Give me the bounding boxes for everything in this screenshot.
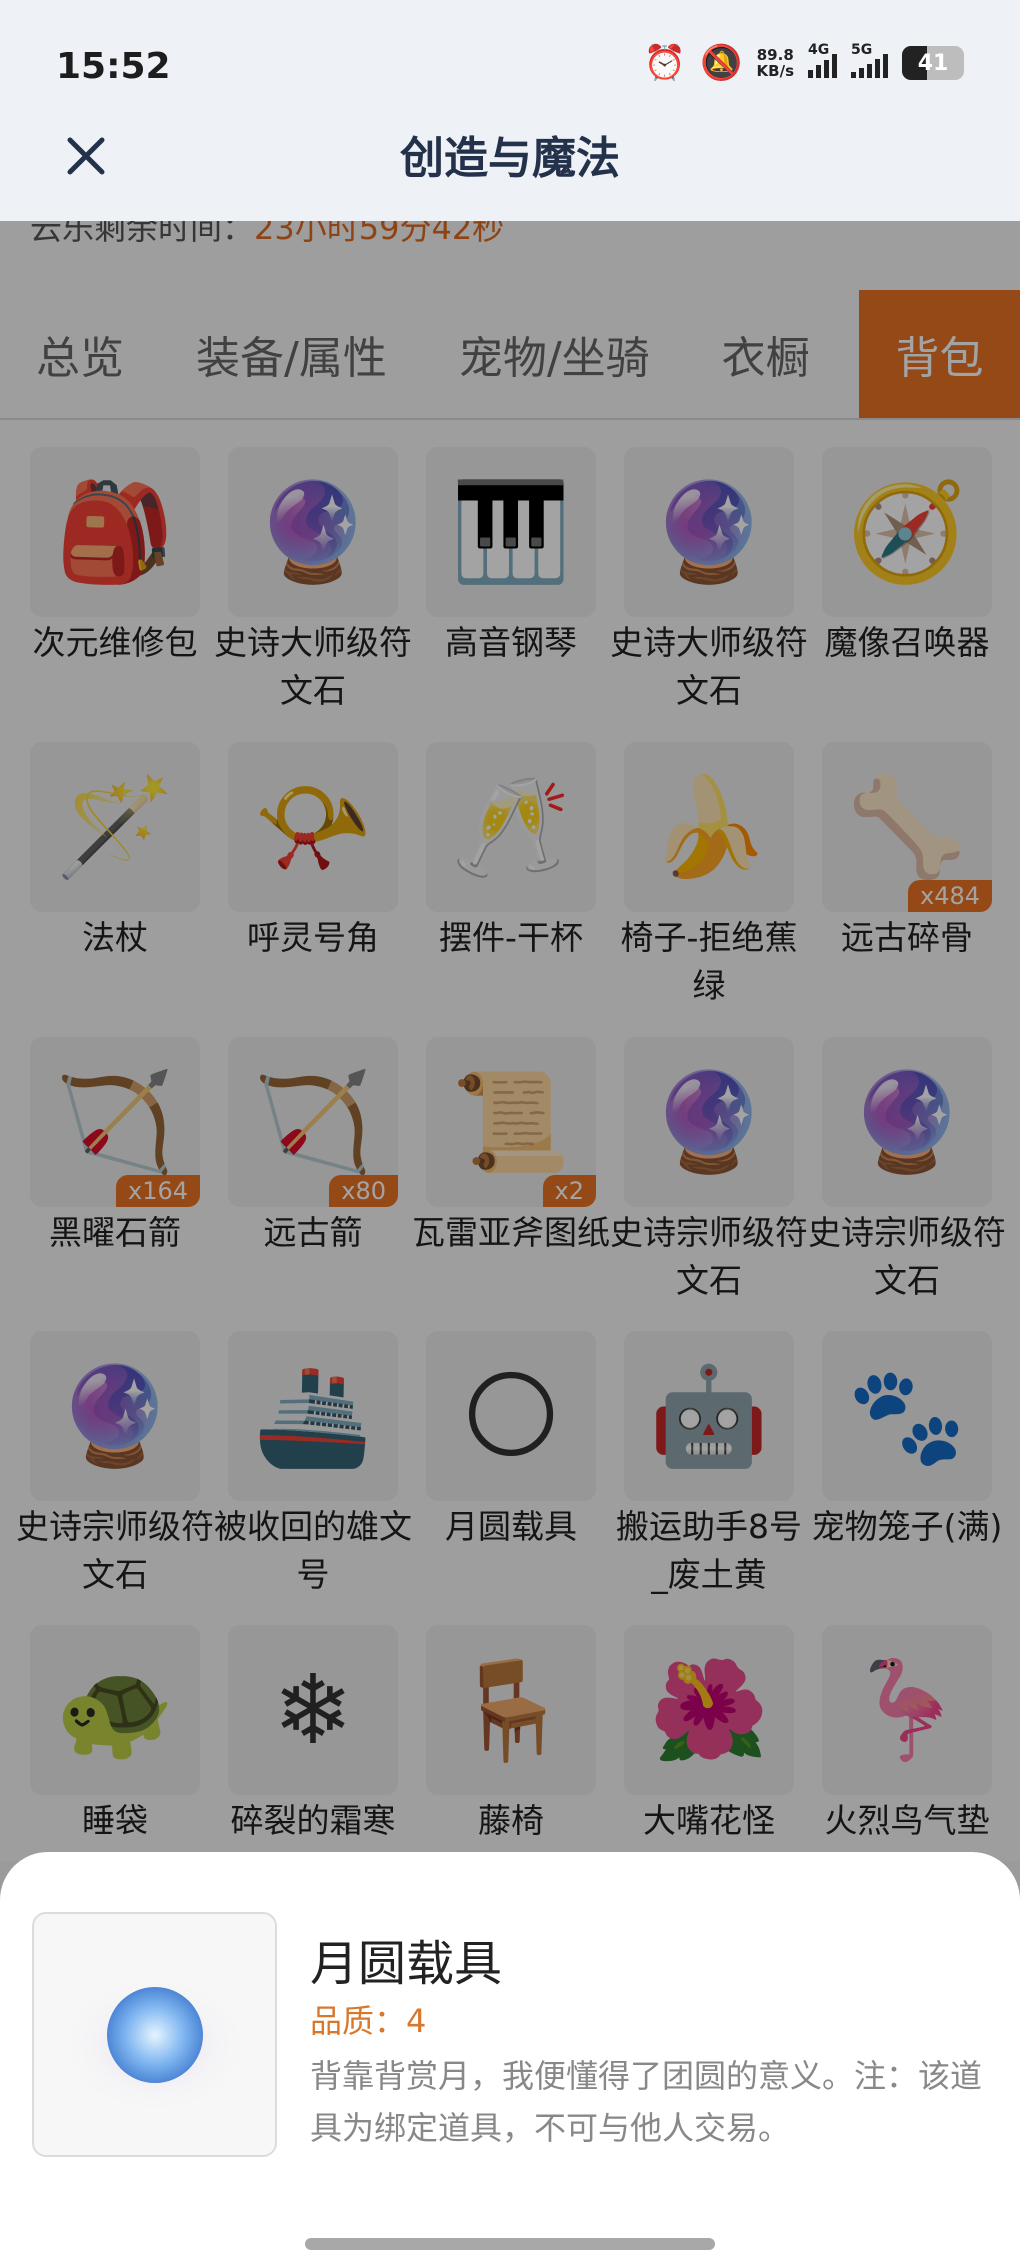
status-bar: 15:52 ⏰ 🔕 89.8 KB/s 4G 5G 41 [0, 0, 1020, 110]
page-title: 创造与魔法 [400, 133, 620, 184]
signal-5g-icon: 5G [851, 42, 888, 78]
network-speed: 89.8 KB/s [756, 46, 794, 80]
full-moon-vehicle-icon [59, 1974, 250, 2115]
home-indicator[interactable] [305, 2238, 715, 2250]
battery-icon: 41 [902, 46, 964, 80]
detail-item-name: 月圆载具 [310, 1936, 503, 1992]
alarm-icon: ⏰ [643, 43, 687, 83]
item-detail-sheet: 月圆载具 品质：4 背靠背赏月，我便懂得了团圆的意义。注：该道具为绑定道具，不可… [0, 1852, 1020, 2267]
detail-description: 背靠背赏月，我便懂得了团圆的意义。注：该道具为绑定道具，不可与他人交易。 [310, 2057, 983, 2147]
status-time: 15:52 [56, 46, 171, 87]
detail-quality: 品质：4 [310, 2002, 427, 2040]
app-header: 创造与魔法 [0, 110, 1020, 221]
detail-thumbnail [32, 1912, 277, 2157]
mute-icon: 🔕 [700, 43, 743, 83]
signal-4g-icon: 4G [808, 42, 837, 78]
status-icons: ⏰ 🔕 89.8 KB/s 4G 5G 41 [643, 42, 964, 83]
